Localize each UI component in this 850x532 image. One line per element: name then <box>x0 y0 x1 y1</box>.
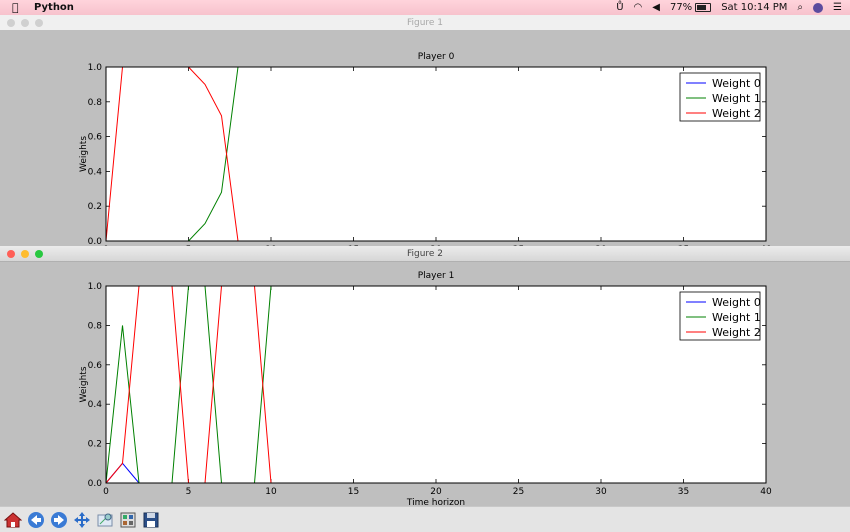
y-tick-label: 0.0 <box>88 479 103 489</box>
spotlight-search-icon[interactable]: ⌕ <box>797 2 803 13</box>
home-icon <box>3 511 22 527</box>
y-tick-label: 0.8 <box>88 98 103 108</box>
window-title: Figure 1 <box>406 17 444 28</box>
x-tick-label: 25 <box>513 487 524 497</box>
x-tick-label: 20 <box>430 487 442 497</box>
app-name-menu[interactable]: Python <box>34 2 74 13</box>
y-tick-label: 1.0 <box>88 63 103 73</box>
bluetooth-icon[interactable]: Ů <box>616 2 623 13</box>
zoom-button[interactable] <box>95 510 114 529</box>
legend-entry-weight-2: Weight 2 <box>712 326 761 339</box>
legend-entry-weight-1: Weight 1 <box>712 311 761 324</box>
figure-2-chart: Player 1 0 5 10 15 20 25 30 35 40 0.0 0.2 0.4 0.6 0.8 1… <box>79 271 772 505</box>
back-button[interactable] <box>26 510 45 529</box>
subplots-icon <box>120 512 135 527</box>
x-axis-label: Time horizon <box>406 498 465 505</box>
x-tick-label: 10 <box>265 487 277 497</box>
figure-2-window: Figure 2 Player 1 0 5 10 15 20 25 30 35 40 0.0 0.2 0… <box>0 246 850 506</box>
legend-entry-weight-0: Weight 0 <box>712 77 761 90</box>
figure-1-window: Figure 1 Player 005101520253035400.00.20… <box>0 15 850 247</box>
x-tick-label: 35 <box>678 487 689 497</box>
x-tick-label: 30 <box>595 487 607 497</box>
volume-icon[interactable]: ◀ <box>652 2 660 13</box>
zoom-rect-icon <box>97 513 112 526</box>
menubar:  Python Ů ◠ ◀ 77% Sat 10:14 PM ⌕ ☰ <box>0 0 850 15</box>
legend-entry-weight-1: Weight 1 <box>712 92 761 105</box>
siri-icon[interactable] <box>813 2 824 13</box>
pan-arrows-icon <box>73 511 90 528</box>
figure-1-titlebar[interactable]: Figure 1 <box>0 15 850 30</box>
home-button[interactable] <box>3 510 22 529</box>
navigation-toolbar <box>0 506 850 532</box>
figure-2-titlebar[interactable]: Figure 2 <box>0 246 850 262</box>
pan-button[interactable] <box>72 510 91 529</box>
battery-icon <box>695 2 712 12</box>
y-tick-label: 0.6 <box>88 133 103 143</box>
figure-1-chart: Player 005101520253035400.00.20.40.60.81… <box>79 52 772 247</box>
floppy-disk-icon <box>143 512 158 527</box>
configure-subplots-button[interactable] <box>118 510 137 529</box>
y-axis-label: Weights <box>79 366 89 402</box>
x-tick-label: 0 <box>103 487 109 497</box>
battery-status[interactable]: 77% <box>670 2 712 13</box>
back-arrow-icon <box>27 511 44 528</box>
y-tick-label: 1.0 <box>88 282 103 292</box>
save-button[interactable] <box>141 510 160 529</box>
y-tick-label: 0.6 <box>88 361 103 371</box>
y-axis-label: Weights <box>79 136 89 172</box>
y-tick-label: 0.2 <box>88 440 102 450</box>
y-tick-label: 0.8 <box>88 321 103 331</box>
plot-area <box>105 66 767 242</box>
apple-menu-icon[interactable]:  <box>12 1 22 14</box>
chart-title: Player 0 <box>418 52 455 62</box>
clock[interactable]: Sat 10:14 PM <box>721 2 787 13</box>
y-tick-label: 0.4 <box>88 167 103 177</box>
x-tick-label: 15 <box>348 487 359 497</box>
forward-arrow-icon <box>50 511 67 528</box>
chart-title: Player 1 <box>418 271 455 281</box>
x-tick-label: 5 <box>186 487 192 497</box>
legend-entry-weight-2: Weight 2 <box>712 107 761 120</box>
x-tick-label: 40 <box>760 487 772 497</box>
wifi-icon[interactable]: ◠ <box>634 2 643 13</box>
notification-center-icon[interactable]: ☰ <box>833 2 842 13</box>
legend-entry-weight-0: Weight 0 <box>712 296 761 309</box>
y-tick-label: 0.4 <box>88 400 103 410</box>
plot-area <box>105 285 767 484</box>
window-title: Figure 2 <box>406 248 444 259</box>
y-tick-label: 0.2 <box>88 202 102 212</box>
forward-button[interactable] <box>49 510 68 529</box>
